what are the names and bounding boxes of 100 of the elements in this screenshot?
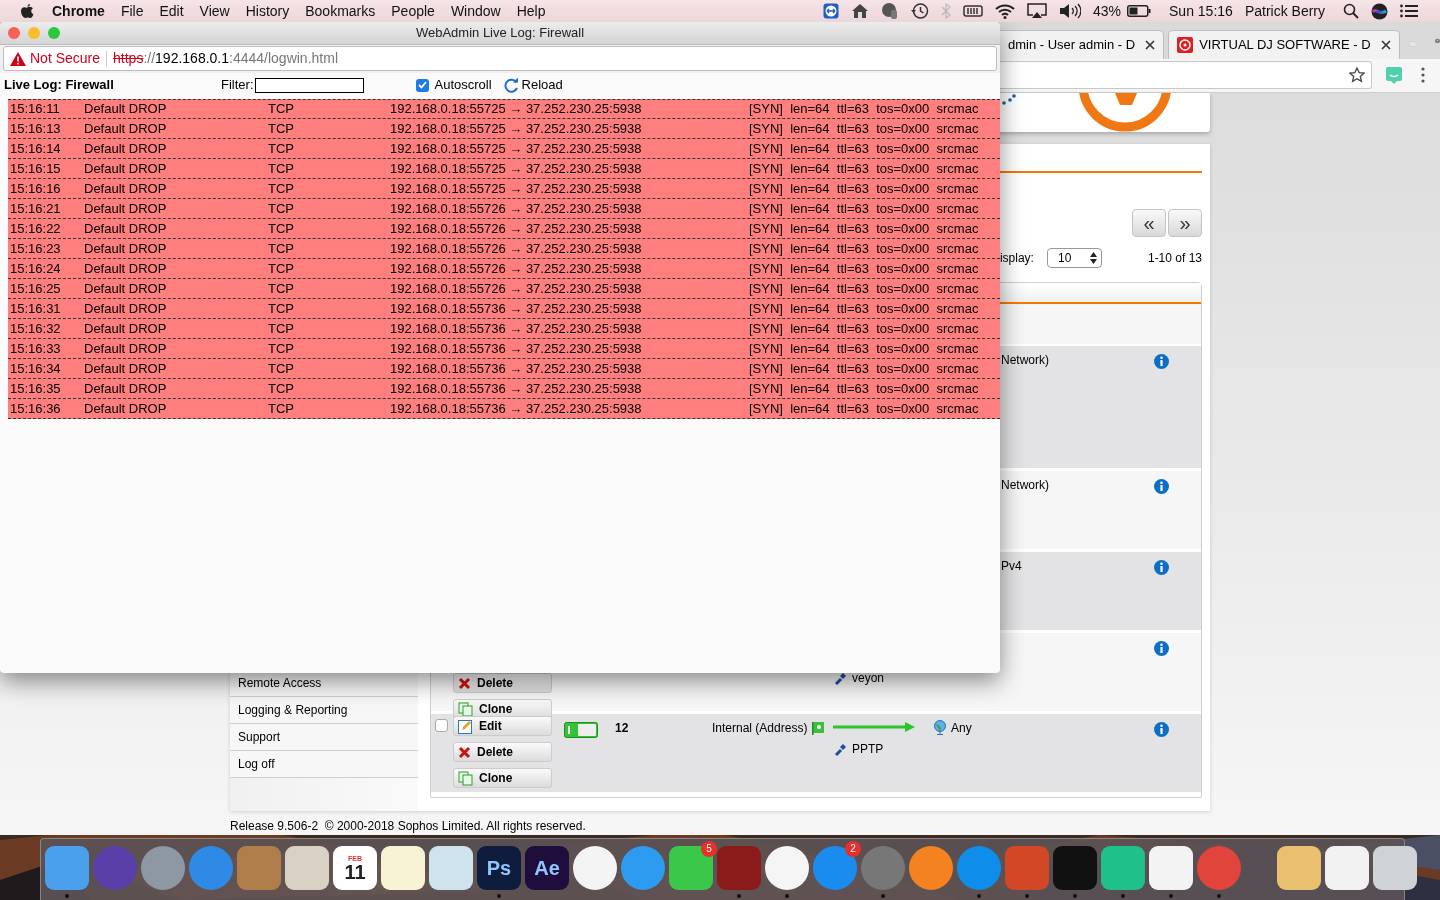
address-bar[interactable]: Not Secure https://192.168.0.1:4444/logwin.html: [3, 46, 997, 71]
app-icon[interactable]: [669, 846, 713, 890]
log-details: [SYN] len=64 ttl=63 tos=0x00 srcmac: [749, 299, 979, 318]
nav-item[interactable]: Logging & Reporting: [230, 697, 418, 724]
log-details: [SYN] len=64 ttl=63 tos=0x00 srcmac: [749, 199, 979, 218]
log-protocol: TCP: [268, 279, 295, 298]
cross-icon: [458, 745, 471, 759]
range-text: 1-10 of 13: [1147, 250, 1202, 267]
clock-icon[interactable]: [911, 2, 929, 20]
wifi-icon[interactable]: [995, 3, 1015, 19]
log-connection: 192.168.0.18:55725 → 37.252.230.25:5938: [390, 139, 643, 158]
app-icon[interactable]: Ae: [525, 846, 569, 890]
menu-item[interactable]: File: [112, 0, 152, 22]
app-icon[interactable]: Ps: [477, 846, 521, 890]
search-icon[interactable]: [1343, 3, 1359, 19]
app-icon[interactable]: [1325, 846, 1369, 890]
clock-text[interactable]: Sun 15:16: [1169, 0, 1233, 22]
info-icon[interactable]: [1154, 560, 1169, 576]
log-rule: Default DROP: [84, 319, 168, 338]
log-details: [SYN] len=64 ttl=63 tos=0x00 srcmac: [749, 219, 979, 238]
log-details: [SYN] len=64 ttl=63 tos=0x00 srcmac: [749, 399, 979, 418]
menu-item[interactable]: Window: [442, 0, 509, 22]
log-rule: Default DROP: [84, 299, 168, 318]
app-icon[interactable]: [1101, 846, 1145, 890]
menu-item[interactable]: View: [191, 0, 238, 22]
log-protocol: TCP: [268, 379, 295, 398]
footer-text: Release 9.506-2 © 2000-2018 Sophos Limited. All rights reserved.: [230, 818, 587, 835]
log-details: [SYN] len=64 ttl=63 tos=0x00 srcmac: [749, 359, 979, 378]
log-protocol: TCP: [268, 100, 295, 119]
house-icon[interactable]: [851, 3, 869, 19]
log-rule: Default DROP: [84, 399, 168, 418]
orb-icon[interactable]: [1371, 2, 1388, 20]
display-select[interactable]: 10: [1046, 248, 1102, 268]
row-checkbox[interactable]: [435, 719, 448, 732]
url-text: https://192.168.0.1:4444/logwin.html: [113, 49, 338, 68]
delete-button[interactable]: Delete: [453, 673, 552, 693]
app-icon[interactable]: [1149, 846, 1193, 890]
log-details: [SYN] len=64 ttl=63 tos=0x00 srcmac: [749, 139, 979, 158]
filter-input[interactable]: [254, 77, 364, 93]
clone-button[interactable]: Clone: [453, 699, 552, 719]
list-icon[interactable]: [1400, 4, 1418, 18]
prev-button[interactable]: «: [1132, 209, 1166, 237]
info-icon[interactable]: [1154, 479, 1169, 495]
autoscroll-checkbox[interactable]: [415, 78, 429, 92]
log-details: [SYN] len=64 ttl=63 tos=0x00 srcmac: [749, 179, 979, 198]
reload-button[interactable]: Reload: [503, 75, 563, 95]
close-icon[interactable]: [1145, 39, 1156, 50]
log-protocol: TCP: [268, 119, 295, 138]
browser-tab[interactable]: VIRTUAL DJ SOFTWARE - D: [1168, 29, 1400, 59]
meter-icon[interactable]: [963, 4, 983, 18]
menu-item[interactable]: Bookmarks: [297, 0, 384, 22]
app-icon[interactable]: [381, 846, 425, 890]
app-icon[interactable]: [765, 846, 809, 890]
battery-icon[interactable]: [1127, 5, 1152, 17]
app-icon[interactable]: [285, 846, 329, 890]
app-icon[interactable]: [909, 846, 953, 890]
next-button[interactable]: »: [1168, 209, 1202, 237]
delete-button[interactable]: Delete: [453, 742, 552, 762]
status-toggle[interactable]: [564, 721, 598, 738]
remote-icon[interactable]: [823, 3, 839, 19]
address-field[interactable]: [1000, 61, 1372, 90]
menu-item[interactable]: Help: [508, 0, 554, 22]
browser-tab[interactable]: dmin - User admin - D: [1000, 29, 1165, 59]
close-icon[interactable]: [1380, 39, 1391, 50]
star-icon[interactable]: [1349, 67, 1365, 84]
log-connection: 192.168.0.18:55726 → 37.252.230.25:5938: [390, 239, 643, 258]
speaker-icon[interactable]: [1059, 3, 1081, 19]
nav-item[interactable]: Support: [230, 724, 418, 751]
menu-item[interactable]: People: [383, 0, 443, 22]
log-time: 15:16:14: [10, 139, 62, 158]
menu-icon[interactable]: [1421, 67, 1425, 84]
plug-icon: [834, 671, 848, 685]
log-protocol: TCP: [268, 259, 295, 278]
log-connection: 192.168.0.18:55726 → 37.252.230.25:5938: [390, 219, 643, 238]
info-icon[interactable]: [1154, 722, 1169, 738]
log-protocol: TCP: [268, 319, 295, 338]
menu-item[interactable]: History: [237, 0, 298, 22]
app-icon[interactable]: [429, 846, 473, 890]
log-time: 15:16:33: [10, 339, 62, 358]
nav-item[interactable]: Log off: [230, 751, 418, 778]
clone-button[interactable]: Clone: [453, 768, 552, 788]
screen-icon[interactable]: [1027, 3, 1047, 19]
app-icon[interactable]: [1373, 846, 1417, 890]
log-details: [SYN] len=64 ttl=63 tos=0x00 srcmac: [749, 159, 979, 178]
security-label: Not Secure: [30, 49, 101, 68]
app-icon[interactable]: [1277, 846, 1321, 890]
app-icon[interactable]: [573, 846, 617, 890]
log-protocol: TCP: [268, 219, 295, 238]
blob-icon[interactable]: [881, 2, 899, 20]
log-time: 15:16:16: [10, 179, 62, 198]
app-menu[interactable]: Chrome: [44, 0, 113, 22]
info-icon[interactable]: [1154, 354, 1169, 370]
flag-icon: [811, 721, 826, 735]
edit-button[interactable]: Edit: [453, 716, 552, 736]
menu-item[interactable]: Edit: [151, 0, 192, 22]
log-connection: 192.168.0.18:55726 → 37.252.230.25:5938: [390, 199, 643, 218]
apple-icon[interactable]: [20, 3, 34, 19]
log-title: Live Log: Firewall: [4, 76, 115, 95]
info-icon[interactable]: [1154, 641, 1169, 657]
user-name[interactable]: Patrick Berry: [1244, 0, 1325, 22]
